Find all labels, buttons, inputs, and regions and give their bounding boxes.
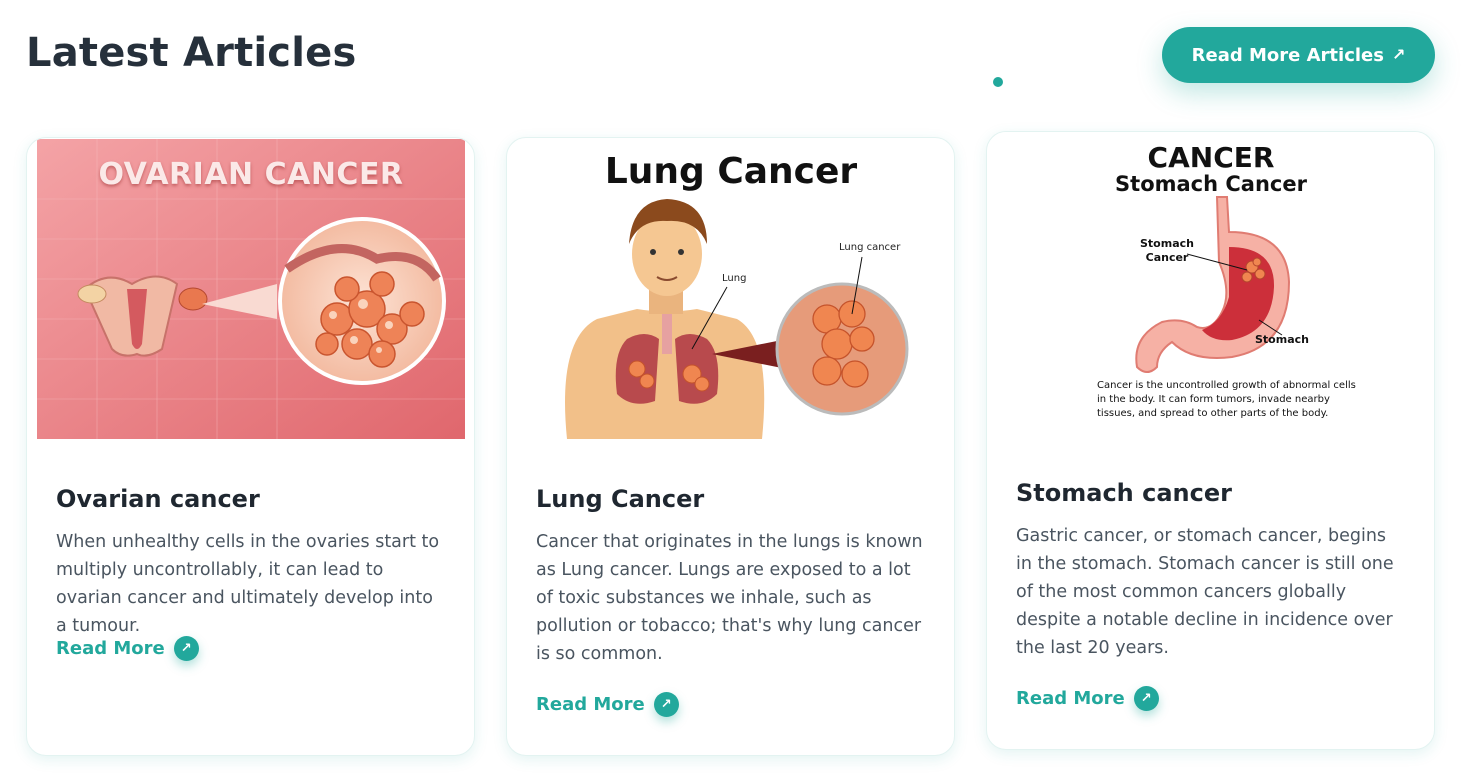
arrow-up-right-icon: ↗	[173, 636, 199, 661]
arrow-up-right-icon: ↗	[1133, 686, 1159, 711]
lung-image-label: Lung Cancer	[604, 151, 858, 192]
stomach-cancer-image[interactable]: CANCER Stomach Cancer Stomach Cancer Sto…	[997, 132, 1425, 432]
page-title: Latest Articles	[26, 30, 357, 76]
lung-callout: Lung	[722, 273, 747, 284]
read-more-articles-label: Read More Articles	[1191, 44, 1384, 66]
stomach-image-caption: Cancer is the uncontrolled growth of abn…	[1097, 380, 1356, 419]
ovarian-cancer-image[interactable]: OVARIAN CANCER	[37, 139, 465, 439]
read-more-link[interactable]: Read More ↗	[56, 636, 199, 661]
read-more-label: Read More	[536, 694, 645, 715]
read-more-articles-button[interactable]: Read More Articles ↗	[1162, 27, 1435, 83]
article-title[interactable]: Ovarian cancer	[56, 485, 260, 513]
stomach-image-sublabel: Stomach Cancer	[1115, 172, 1307, 196]
article-description: Gastric cancer, or stomach cancer, begin…	[1016, 526, 1394, 658]
article-description: Cancer that originates in the lungs is k…	[536, 532, 923, 664]
stomach-callout: Stomach	[1255, 333, 1309, 346]
article-card-stomach[interactable]: CANCER Stomach Cancer Stomach Cancer Sto…	[986, 131, 1435, 750]
article-description: When unhealthy cells in the ovaries star…	[56, 532, 440, 636]
read-more-label: Read More	[56, 638, 165, 659]
arrow-up-right-icon: ↗	[653, 692, 679, 717]
read-more-link[interactable]: Read More ↗	[1016, 686, 1159, 711]
article-title[interactable]: Stomach cancer	[1016, 479, 1232, 507]
decorative-dot	[993, 77, 1003, 87]
stomach-cancer-callout: Stomach Cancer	[1140, 237, 1194, 264]
lung-cancer-callout: Lung cancer	[839, 242, 901, 253]
read-more-link[interactable]: Read More ↗	[536, 692, 679, 717]
read-more-label: Read More	[1016, 688, 1125, 709]
article-card-lung[interactable]: Lung Cancer Lung Lung cancer Lung Cancer…	[506, 137, 955, 756]
lung-cancer-image[interactable]: Lung Cancer Lung Lung cancer	[517, 139, 945, 439]
ovarian-image-label: OVARIAN CANCER	[98, 157, 404, 192]
stomach-image-label: CANCER	[1147, 141, 1275, 174]
article-title[interactable]: Lung Cancer	[536, 485, 704, 513]
article-card-ovarian[interactable]: OVARIAN CANCER Ovarian cancer When unhea…	[26, 137, 475, 756]
arrow-up-right-icon: ↗	[1391, 45, 1406, 64]
